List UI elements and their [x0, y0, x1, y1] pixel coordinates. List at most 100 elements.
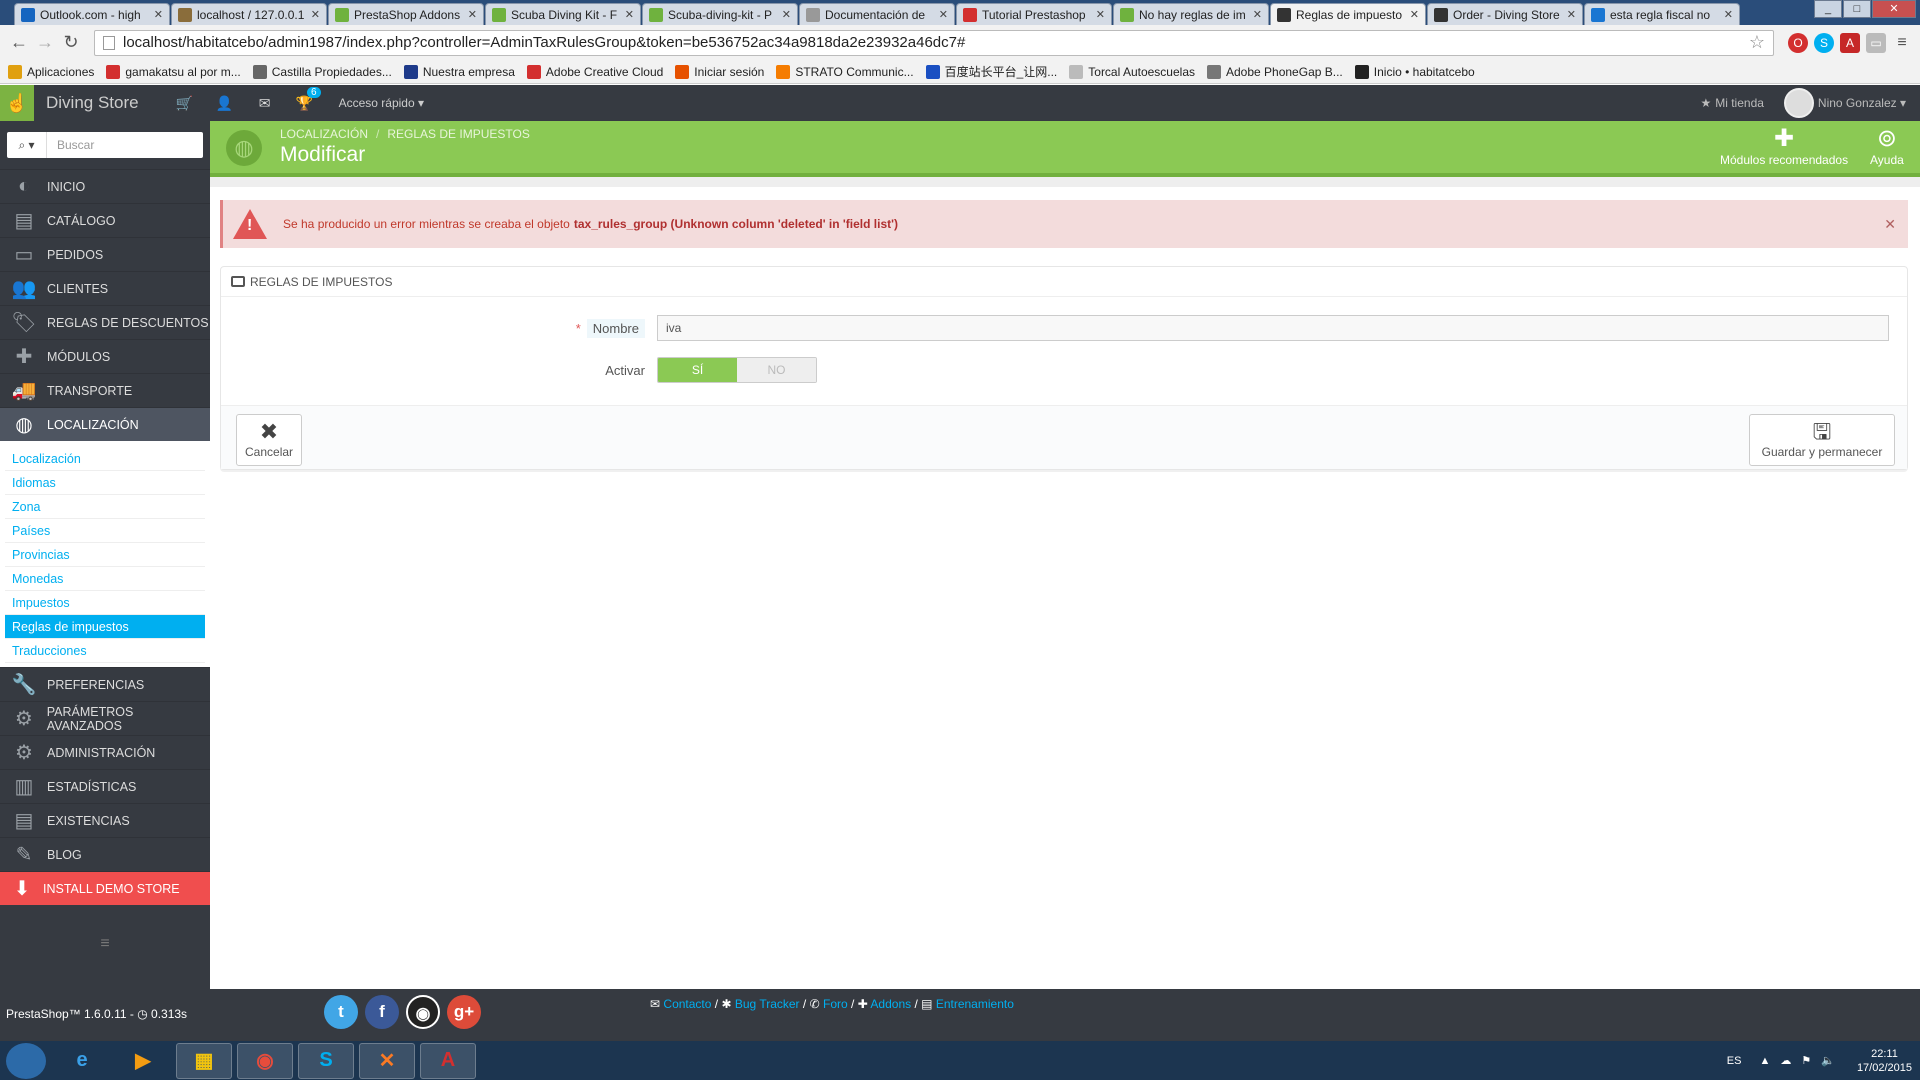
submenu-item[interactable]: Traducciones	[5, 639, 205, 663]
avatar[interactable]	[1783, 88, 1814, 118]
toggle-no[interactable]: NO	[737, 358, 816, 382]
tab-close-icon[interactable]: ✕	[1567, 8, 1576, 21]
network-icon[interactable]: ☁	[1780, 1054, 1791, 1067]
breadcrumb-item[interactable]: LOCALIZACIÓN	[280, 127, 368, 141]
volume-icon[interactable]: 🔈	[1821, 1054, 1835, 1067]
google-plus-icon[interactable]: g+	[447, 995, 481, 1029]
search-scope-dropdown[interactable]: ⌕ ▾	[7, 132, 47, 158]
browser-tab[interactable]: Tutorial Prestashop ✕	[956, 3, 1112, 25]
submenu-item[interactable]: Localización	[5, 447, 205, 471]
bug-tracker-link[interactable]: Bug Tracker	[735, 997, 800, 1011]
sidebar-item-localizacion[interactable]: ◍ LOCALIZACIÓN	[0, 407, 210, 441]
reload-icon[interactable]: ↻	[60, 32, 82, 53]
sidebar-item[interactable]: 🚚 TRANSPORTE	[0, 373, 210, 407]
language-indicator[interactable]: ES	[1727, 1055, 1742, 1067]
menu-icon[interactable]: ≡	[1892, 33, 1912, 53]
user-menu[interactable]: Nino Gonzalez ▾	[1818, 96, 1906, 110]
browser-tab[interactable]: No hay reglas de im ✕	[1113, 3, 1269, 25]
tray-arrow-icon[interactable]: ▲	[1759, 1055, 1770, 1067]
help-button[interactable]: ⊚ Ayuda	[1870, 125, 1904, 167]
toggle-yes[interactable]: SÍ	[658, 358, 737, 382]
cancel-button[interactable]: ✖ Cancelar	[236, 414, 302, 466]
search-input[interactable]: Buscar	[47, 138, 94, 152]
submenu-item[interactable]: Idiomas	[5, 471, 205, 495]
trophy-icon[interactable]: 🏆 6	[285, 86, 325, 112]
sidebar-item[interactable]: 🔧 PREFERENCIAS	[0, 667, 210, 701]
browser-tab[interactable]: esta regla fiscal no ✕	[1584, 3, 1740, 25]
browser-tab[interactable]: Reglas de impuesto ✕	[1270, 3, 1426, 25]
minimize-button[interactable]: _	[1814, 0, 1842, 18]
sidebar-item[interactable]: ✚ MÓDULOS	[0, 339, 210, 373]
tab-close-icon[interactable]: ✕	[468, 8, 477, 21]
tab-close-icon[interactable]: ✕	[782, 8, 791, 21]
tab-close-icon[interactable]: ✕	[1253, 8, 1262, 21]
start-button[interactable]	[6, 1042, 46, 1079]
save-and-stay-button[interactable]: 🖫 Guardar y permanecer	[1749, 414, 1895, 466]
name-field[interactable]	[657, 315, 1889, 341]
bookmark-item[interactable]: Castilla Propiedades...	[252, 64, 392, 79]
url-input[interactable]: localhost/habitatcebo/admin1987/index.ph…	[94, 29, 1774, 56]
tab-close-icon[interactable]: ✕	[625, 8, 634, 21]
contact-link[interactable]: Contacto	[663, 997, 711, 1011]
bookmark-item[interactable]: gamakatsu al por m...	[106, 64, 241, 79]
file-explorer-icon[interactable]: ▦	[176, 1042, 232, 1079]
browser-tab[interactable]: Scuba Diving Kit - F ✕	[485, 3, 641, 25]
submenu-item[interactable]: Monedas	[5, 567, 205, 591]
bookmark-item[interactable]: Torcal Autoescuelas	[1069, 64, 1195, 79]
sidebar-item[interactable]: ▭ PEDIDOS	[0, 237, 210, 271]
internet-explorer-icon[interactable]: e	[54, 1043, 110, 1079]
submenu-item[interactable]: Reglas de impuestos	[5, 615, 205, 639]
maximize-button[interactable]: □	[1843, 0, 1871, 18]
browser-tab[interactable]: PrestaShop Addons ✕	[328, 3, 484, 25]
tab-close-icon[interactable]: ✕	[1096, 8, 1105, 21]
cart-icon[interactable]: 🛒	[165, 95, 205, 112]
breadcrumb-item[interactable]: REGLAS DE IMPUESTOS	[387, 127, 529, 141]
skype-icon[interactable]: S	[298, 1042, 354, 1079]
sidebar-item[interactable]: 🏷 REGLAS DE DESCUENTOS	[0, 305, 210, 339]
install-demo-store-button[interactable]: ⬇ INSTALL DEMO STORE	[0, 871, 210, 905]
user-icon[interactable]: 👤	[205, 95, 245, 112]
xampp-icon[interactable]: ✕	[359, 1042, 415, 1079]
tab-close-icon[interactable]: ✕	[1724, 8, 1733, 21]
forum-link[interactable]: Foro	[823, 997, 848, 1011]
bookmark-item[interactable]: Iniciar sesión	[675, 64, 764, 79]
submenu-item[interactable]: Impuestos	[5, 591, 205, 615]
bookmark-item[interactable]: Adobe Creative Cloud	[526, 64, 663, 79]
bookmark-item[interactable]: Nuestra empresa	[403, 64, 515, 79]
addons-link[interactable]: Addons	[870, 997, 911, 1011]
skype-extension-icon[interactable]: S	[1814, 32, 1834, 53]
collapse-menu-icon[interactable]: ≡	[0, 935, 210, 953]
browser-tab[interactable]: Documentación de ✕	[799, 3, 955, 25]
browser-tab[interactable]: Order - Diving Store ✕	[1427, 3, 1583, 25]
bookmark-item[interactable]: Inicio • habitatcebo	[1354, 64, 1475, 79]
back-icon[interactable]: ←	[8, 32, 30, 53]
tab-close-icon[interactable]: ✕	[154, 8, 163, 21]
flag-icon[interactable]: ⚑	[1801, 1054, 1811, 1067]
sidebar-item[interactable]: ▤ CATÁLOGO	[0, 203, 210, 237]
bookmark-item[interactable]: Aplicaciones	[8, 64, 94, 79]
opera-extension-icon[interactable]: O	[1788, 32, 1808, 53]
prestashop-logo[interactable]: ☝	[0, 85, 34, 121]
sidebar-item[interactable]: ⚙ ADMINISTRACIÓN	[0, 735, 210, 769]
bookmark-star-icon[interactable]: ☆	[1749, 32, 1765, 53]
extension-icon[interactable]: ▭	[1866, 32, 1886, 53]
chrome-icon[interactable]: ◉	[237, 1042, 293, 1079]
active-toggle[interactable]: SÍ NO	[657, 357, 817, 383]
browser-tab[interactable]: Outlook.com - high ✕	[14, 3, 170, 25]
envelope-icon[interactable]: ✉	[245, 95, 285, 112]
browser-tab[interactable]: Scuba-diving-kit - P ✕	[642, 3, 798, 25]
my-shop-link[interactable]: Mi tienda	[1715, 96, 1764, 110]
media-player-icon[interactable]: ▶	[115, 1043, 171, 1079]
twitter-icon[interactable]: t	[324, 995, 358, 1029]
store-name[interactable]: Diving Store	[46, 93, 139, 113]
browser-tab[interactable]: localhost / 127.0.0.1 ✕	[171, 3, 327, 25]
quick-access-menu[interactable]: Acceso rápido ▾	[339, 96, 424, 110]
acrobat-icon[interactable]: A	[420, 1042, 476, 1079]
training-link[interactable]: Entrenamiento	[936, 997, 1014, 1011]
submenu-item[interactable]: Zona	[5, 495, 205, 519]
tab-close-icon[interactable]: ✕	[311, 8, 320, 21]
submenu-item[interactable]: Provincias	[5, 543, 205, 567]
github-icon[interactable]: ◉	[406, 995, 440, 1029]
submenu-item[interactable]: Países	[5, 519, 205, 543]
sidebar-item[interactable]: 👥 CLIENTES	[0, 271, 210, 305]
